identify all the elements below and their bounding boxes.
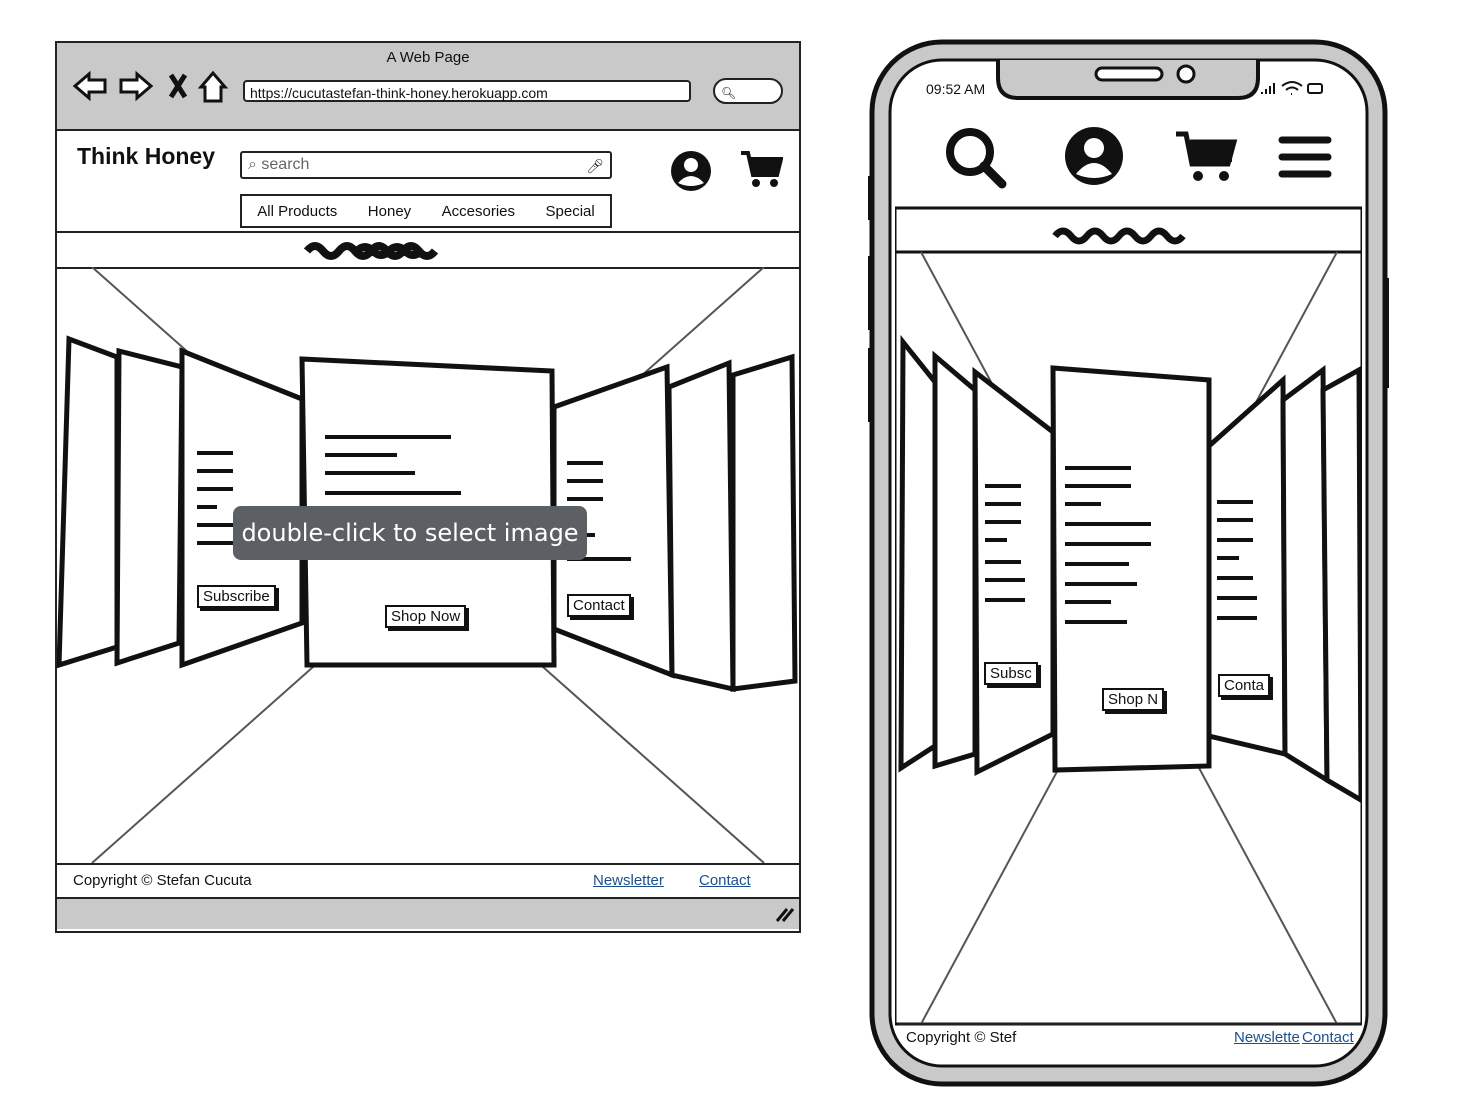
cart-icon[interactable] bbox=[1174, 128, 1238, 184]
resize-handle-icon[interactable] bbox=[775, 907, 795, 923]
browser-chrome: A Web Page https://cucutastefan-think-ho… bbox=[57, 43, 799, 131]
contact-link[interactable]: Contact bbox=[699, 872, 751, 889]
nav-item-special[interactable]: Special bbox=[546, 203, 595, 220]
camera-icon bbox=[1176, 64, 1196, 84]
search-icon[interactable] bbox=[944, 126, 1008, 190]
microphone-icon[interactable]: 🎤︎ bbox=[586, 154, 604, 178]
mobile-hero-image-placeholder[interactable] bbox=[895, 206, 1362, 1026]
search-icon: 🔍︎ bbox=[721, 86, 737, 100]
cart-icon[interactable] bbox=[739, 149, 783, 189]
hero-heading-scribble bbox=[57, 231, 799, 269]
main-nav: All Products Honey Accesories Special bbox=[240, 194, 612, 228]
window-title: A Web Page bbox=[386, 49, 470, 66]
mobile-newsletter-link[interactable]: Newslette bbox=[1234, 1029, 1300, 1046]
mobile-shop-now-button[interactable]: Shop N bbox=[1102, 688, 1165, 711]
signal-icon bbox=[1261, 83, 1275, 94]
mobile-phone-frame: 09:52 AM Subsc Shop N Conta Copyright © … bbox=[868, 38, 1389, 1088]
address-bar[interactable]: https://cucutastefan-think-honey.herokua… bbox=[243, 80, 691, 102]
status-icons bbox=[1261, 81, 1323, 95]
desktop-browser-window: A Web Page https://cucutastefan-think-ho… bbox=[55, 41, 801, 933]
footer: Copyright © Stefan Cucuta Newsletter Con… bbox=[57, 863, 799, 899]
copyright-text: Copyright © Stefan Cucuta bbox=[73, 872, 252, 889]
account-icon[interactable] bbox=[1064, 126, 1124, 186]
tooltip: double-click to select image bbox=[233, 506, 587, 560]
newsletter-link[interactable]: Newsletter bbox=[593, 872, 664, 889]
browser-nav-icons bbox=[72, 70, 229, 103]
browser-search-field[interactable]: 🔍︎ bbox=[713, 78, 783, 104]
hamburger-menu-icon[interactable] bbox=[1278, 134, 1334, 182]
contact-button[interactable]: Contact bbox=[567, 594, 631, 617]
browser-status-bar bbox=[57, 899, 799, 929]
subscribe-button[interactable]: Subscribe bbox=[197, 585, 276, 608]
speaker-icon bbox=[1094, 66, 1164, 82]
back-icon bbox=[72, 70, 107, 102]
battery-icon bbox=[1307, 83, 1323, 94]
home-icon bbox=[197, 70, 229, 103]
mobile-copyright-text: Copyright © Stef bbox=[906, 1029, 1017, 1046]
nav-item-accesories[interactable]: Accesories bbox=[442, 203, 515, 220]
hero-image-placeholder[interactable]: Subscribe Shop Now Contact double-click … bbox=[57, 267, 799, 863]
mobile-contact-button[interactable]: Conta bbox=[1218, 674, 1271, 697]
wifi-icon bbox=[1281, 81, 1303, 95]
search-input[interactable]: ⌕ search 🎤︎ bbox=[240, 151, 612, 179]
mobile-subscribe-button[interactable]: Subsc bbox=[984, 662, 1038, 685]
stop-icon bbox=[168, 73, 188, 99]
nav-item-all-products[interactable]: All Products bbox=[257, 203, 337, 220]
hero-illustration bbox=[57, 267, 798, 863]
nav-item-honey[interactable]: Honey bbox=[368, 203, 411, 220]
account-icon[interactable] bbox=[669, 149, 713, 193]
forward-icon bbox=[119, 70, 154, 102]
search-icon: ⌕ bbox=[248, 156, 262, 173]
mobile-footer: Copyright © Stef Newslette Contact bbox=[898, 1023, 1362, 1053]
mobile-contact-link[interactable]: Contact bbox=[1302, 1029, 1354, 1046]
status-time: 09:52 AM bbox=[926, 81, 986, 97]
brand-logo[interactable]: Think Honey bbox=[77, 143, 215, 170]
shop-now-button[interactable]: Shop Now bbox=[385, 605, 467, 628]
search-placeholder: search bbox=[261, 156, 310, 173]
